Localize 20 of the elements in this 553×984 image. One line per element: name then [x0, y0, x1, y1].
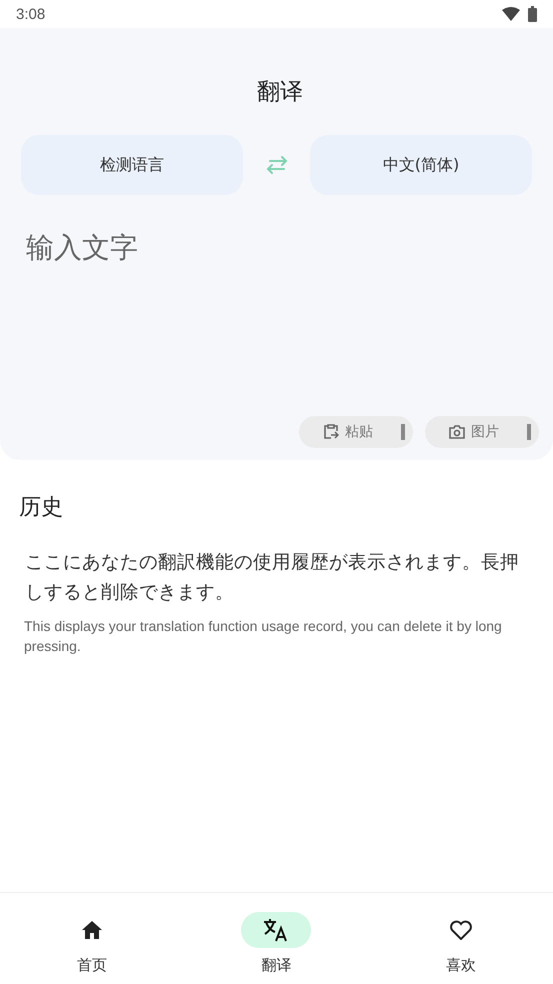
history-title: 历史 [19, 494, 64, 522]
status-time: 3:08 [16, 6, 46, 22]
nav-favorite-tab[interactable]: 喜欢 [400, 911, 521, 976]
camera-icon [449, 424, 465, 440]
history-message-english: This displays your translation function usage record, you can delete it by long pressing. [24, 617, 503, 656]
image-button[interactable]: 图片 [425, 416, 539, 448]
page-title: 翻译 [256, 78, 304, 107]
paste-button[interactable]: 粘贴 [299, 416, 413, 448]
wifi-icon [502, 7, 520, 21]
history-message: ここにあなたの翻訳機能の使用履歴が表示されます。長押しすると削除できます。 [25, 551, 520, 605]
nav-translate-tab[interactable]: 翻译 [216, 911, 336, 976]
nav-home-tab[interactable]: 首页 [32, 911, 152, 976]
source-language-button[interactable]: 检测语言 [21, 135, 243, 195]
target-language-button[interactable]: 中文(简体) [310, 135, 532, 195]
battery-icon [528, 6, 537, 22]
clipboard-icon [323, 424, 339, 440]
translate-icon [263, 918, 290, 942]
home-icon [81, 920, 104, 940]
heart-icon [450, 920, 472, 940]
text-input-field[interactable]: 输入文字 [21, 221, 539, 274]
